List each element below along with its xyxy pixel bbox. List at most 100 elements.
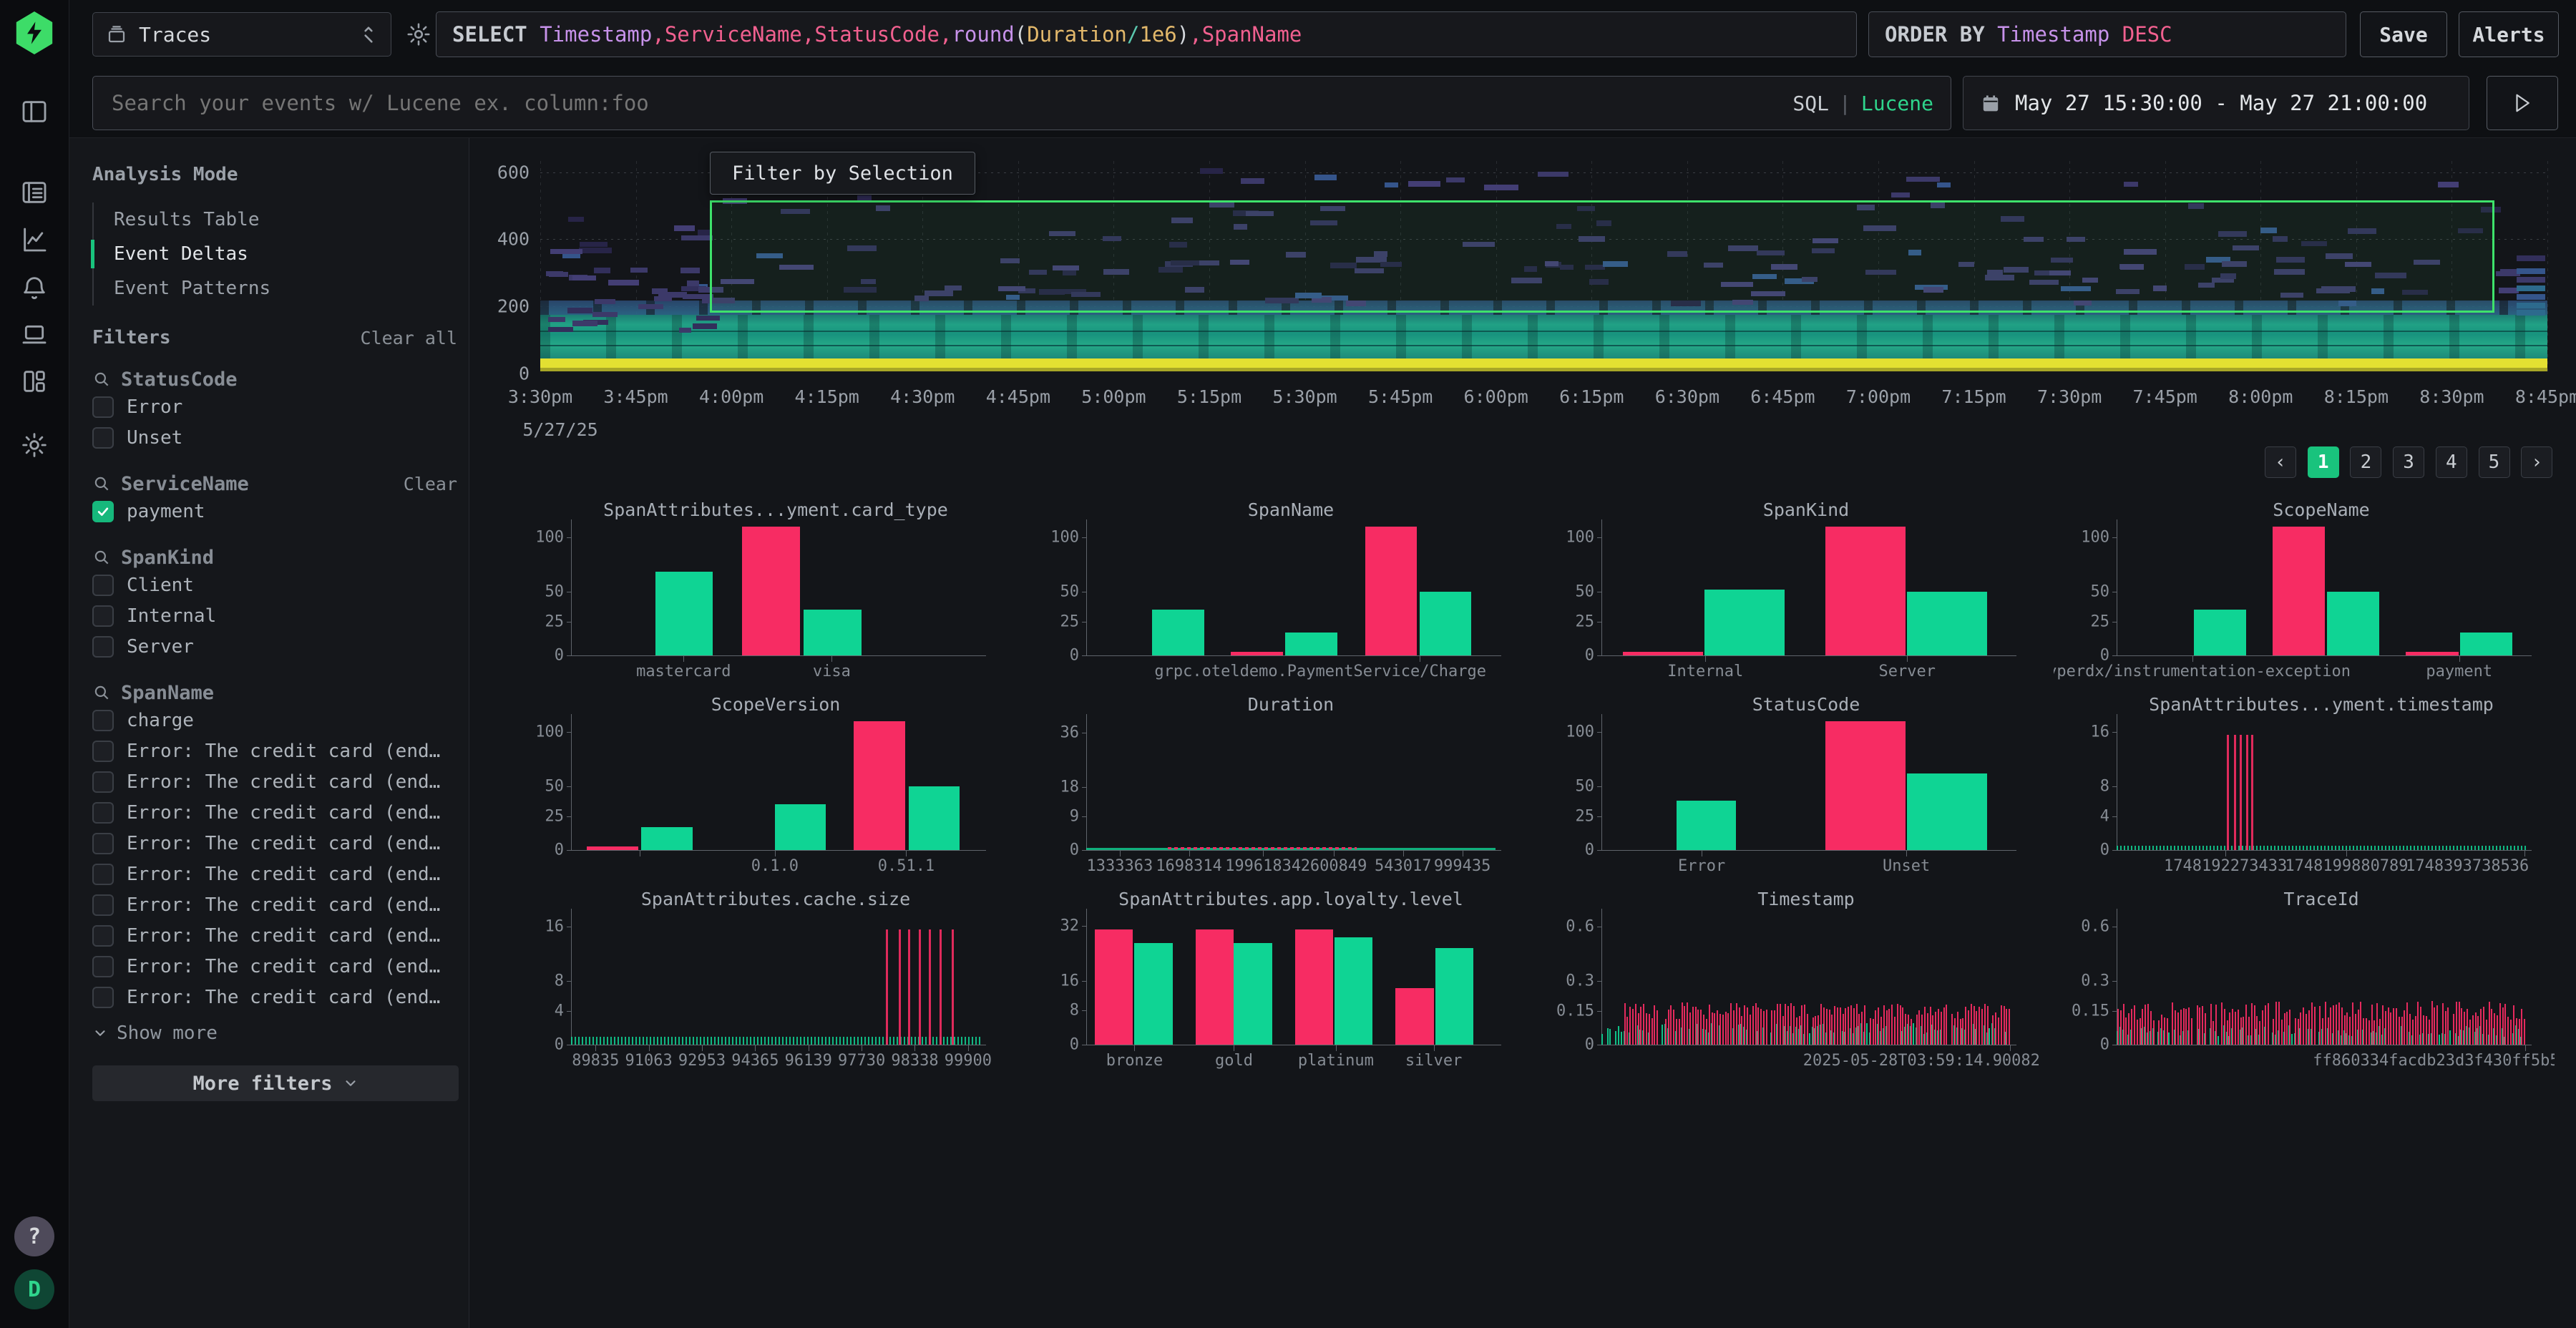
chart-spike[interactable] <box>899 929 901 1045</box>
mode-lucene[interactable]: Lucene <box>1861 92 1933 115</box>
chart-spike[interactable] <box>2251 735 2253 850</box>
checkbox-unchecked[interactable] <box>92 771 114 793</box>
chart-bar-green[interactable] <box>2460 633 2512 655</box>
chart-bar-green[interactable] <box>1152 610 1204 655</box>
pagination-page-4[interactable]: 4 <box>2436 446 2467 478</box>
chart-bar-green[interactable] <box>1435 948 1473 1045</box>
checkbox-unchecked[interactable] <box>92 925 114 947</box>
chart-bar-pink[interactable] <box>1825 527 1906 655</box>
filter-by-selection-button[interactable]: Filter by Selection <box>710 152 975 195</box>
filter-option[interactable]: Error <box>92 391 469 422</box>
filter-option[interactable]: Error: The credit card (end… <box>92 889 469 920</box>
search-input[interactable] <box>110 90 1792 116</box>
filter-option[interactable]: Internal <box>92 600 469 631</box>
chart-spike[interactable] <box>952 929 954 1045</box>
heatmap-selection[interactable] <box>710 200 2494 313</box>
checkbox-unchecked[interactable] <box>92 396 114 418</box>
heatmap-plot[interactable]: Filter by Selection <box>540 161 2547 374</box>
chart-bar-pink[interactable] <box>1365 527 1418 655</box>
checkbox-unchecked[interactable] <box>92 741 114 762</box>
filter-option[interactable]: Server <box>92 631 469 662</box>
date-range-picker[interactable]: May 27 15:30:00 - May 27 21:00:00 <box>1963 76 2469 130</box>
chart-bar-pink[interactable] <box>1295 929 1333 1045</box>
chart-bar-green[interactable] <box>1234 943 1272 1045</box>
chart-bar-green[interactable] <box>1420 592 1472 655</box>
chart-spike[interactable] <box>929 929 931 1045</box>
chart-spike[interactable] <box>2246 735 2248 850</box>
chart-bar-pink[interactable] <box>1095 929 1133 1045</box>
run-query-button[interactable] <box>2487 76 2558 130</box>
source-settings-gear-icon[interactable] <box>403 19 434 50</box>
filter-option[interactable]: Error: The credit card (end… <box>92 982 469 1012</box>
filter-option[interactable]: Error: The credit card (end… <box>92 766 469 797</box>
filter-option[interactable]: Error: The credit card (end… <box>92 797 469 828</box>
filter-option[interactable]: payment <box>92 496 469 527</box>
analysis-mode-item-event-deltas[interactable]: Event Deltas <box>94 237 469 271</box>
analysis-mode-item-event-patterns[interactable]: Event Patterns <box>94 271 469 306</box>
chart-bar-pink[interactable] <box>854 721 905 850</box>
save-button[interactable]: Save <box>2360 11 2447 57</box>
filter-option[interactable]: Error: The credit card (end… <box>92 951 469 982</box>
chart-bar-green[interactable] <box>1335 937 1372 1045</box>
help-button[interactable]: ? <box>14 1216 54 1256</box>
checkbox-checked[interactable] <box>92 501 114 522</box>
clear-all-link[interactable]: Clear all <box>361 328 457 348</box>
pagination-prev[interactable]: ‹ <box>2265 446 2296 478</box>
chart-spike[interactable] <box>886 929 888 1045</box>
sql-orderby-input[interactable]: ORDER BY Timestamp DESC <box>1868 11 2346 57</box>
analysis-mode-item-results-table[interactable]: Results Table <box>94 202 469 237</box>
chart-bar-pink[interactable] <box>587 846 638 850</box>
checkbox-unchecked[interactable] <box>92 605 114 627</box>
filter-option[interactable]: Client <box>92 570 469 600</box>
pagination-page-3[interactable]: 3 <box>2393 446 2424 478</box>
chart-spike[interactable] <box>940 929 942 1045</box>
checkbox-unchecked[interactable] <box>92 575 114 596</box>
laptop-icon[interactable] <box>19 319 50 351</box>
chart-bar-green[interactable] <box>1907 773 1987 850</box>
line-chart-icon[interactable] <box>19 224 50 255</box>
chart-spike[interactable] <box>2240 735 2242 850</box>
chart-bar-pink[interactable] <box>1395 988 1433 1045</box>
chart-bar-pink[interactable] <box>742 527 800 655</box>
user-avatar[interactable]: D <box>14 1269 54 1309</box>
search-icon[interactable] <box>92 548 111 567</box>
chart-bar-green[interactable] <box>1907 592 1987 655</box>
pagination-next[interactable]: › <box>2521 446 2552 478</box>
chart-spike[interactable] <box>908 929 910 1045</box>
chart-bar-green[interactable] <box>1704 590 1785 655</box>
mode-sql[interactable]: SQL <box>1792 92 1829 115</box>
filter-option[interactable]: Error: The credit card (end… <box>92 859 469 889</box>
pagination-page-2[interactable]: 2 <box>2350 446 2381 478</box>
filter-option[interactable]: Error: The credit card (end… <box>92 920 469 951</box>
chart-bar-pink[interactable] <box>2273 527 2325 655</box>
chart-bar-pink[interactable] <box>1196 929 1234 1045</box>
chart-bar-green[interactable] <box>804 610 862 655</box>
search-icon[interactable] <box>92 370 111 389</box>
chart-bar-green[interactable] <box>775 804 826 850</box>
alerts-button[interactable]: Alerts <box>2459 11 2559 57</box>
filter-option[interactable]: Error: The credit card (end… <box>92 828 469 859</box>
hyperdx-logo-icon[interactable] <box>14 11 54 54</box>
chart-spike[interactable] <box>919 929 921 1045</box>
panel-left-icon[interactable] <box>19 96 50 127</box>
layout-grid-icon[interactable] <box>19 366 50 397</box>
filter-option[interactable]: charge <box>92 705 469 736</box>
checkbox-unchecked[interactable] <box>92 956 114 977</box>
chart-bar-green[interactable] <box>1285 633 1337 655</box>
chart-bar-pink[interactable] <box>2406 652 2458 655</box>
checkbox-unchecked[interactable] <box>92 802 114 824</box>
checkbox-unchecked[interactable] <box>92 710 114 731</box>
filter-option[interactable]: Unset <box>92 422 469 453</box>
show-more-link[interactable]: Show more <box>92 1022 469 1044</box>
chart-spike[interactable] <box>2227 735 2229 850</box>
checkbox-unchecked[interactable] <box>92 987 114 1008</box>
pagination-page-5[interactable]: 5 <box>2479 446 2510 478</box>
chart-bar-green[interactable] <box>2194 610 2246 655</box>
checkbox-unchecked[interactable] <box>92 833 114 854</box>
pagination-page-1[interactable]: 1 <box>2308 446 2339 478</box>
chart-bar-pink[interactable] <box>1825 721 1906 850</box>
chart-bar-pink[interactable] <box>1623 652 1703 655</box>
checkbox-unchecked[interactable] <box>92 636 114 658</box>
chart-spike[interactable] <box>2234 735 2236 850</box>
sql-select-input[interactable]: SELECT Timestamp,ServiceName,StatusCode,… <box>436 11 1857 57</box>
